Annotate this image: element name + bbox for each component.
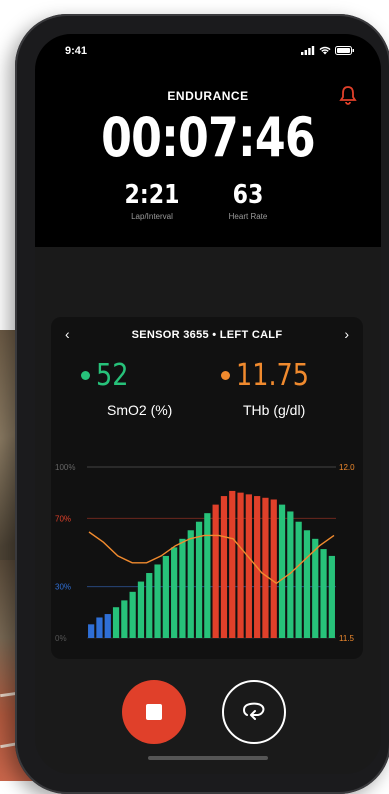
thb-value: 11.75: [236, 358, 310, 393]
smo2-bar: [303, 530, 311, 638]
thb-metric: 11.75: [221, 358, 322, 393]
status-time: 9:41: [65, 45, 88, 57]
smo2-label: SmO2 (%): [107, 402, 173, 418]
smo2-bar: [179, 538, 186, 638]
smo2-bar: [195, 521, 203, 638]
stop-button[interactable]: [122, 680, 186, 744]
smo2-bar: [220, 496, 228, 638]
home-indicator: [148, 756, 268, 760]
lap-interval-label: Lap/Interval: [131, 212, 173, 221]
smo2-bar: [88, 624, 95, 638]
smo2-bar: [154, 564, 161, 638]
right-axis-tick-label: 11.5: [339, 634, 355, 643]
smo2-bar: [229, 490, 236, 638]
heart-rate-label: Heart Rate: [228, 212, 268, 221]
smo2-bar: [104, 614, 111, 638]
sensor-card: ‹ SENSOR 3655 • LEFT CALF › 52 SmO2 (%) …: [51, 317, 363, 659]
phone-frame: 9:41 ENDURANCE 00:07:46 2:21 Lap/Interva…: [15, 14, 389, 794]
lap-button[interactable]: [222, 680, 286, 744]
smo2-bar: [162, 555, 169, 638]
thb-label: THb (g/dl): [243, 402, 306, 418]
lap-icon: [243, 702, 265, 720]
status-bar: 9:41: [35, 34, 381, 70]
battery-icon: [335, 46, 354, 55]
smo2-bar: [171, 547, 178, 638]
thb-dot-icon: [221, 371, 230, 380]
right-axis-tick-label: 12.0: [339, 463, 355, 472]
lap-interval-stat: 2:21 Lap/Interval: [117, 180, 187, 221]
chevron-right-icon[interactable]: ›: [344, 326, 349, 342]
lap-interval-value: 2:21: [124, 180, 180, 210]
smo2-metric: 52: [81, 358, 134, 393]
left-axis-tick-label: 30%: [55, 583, 71, 592]
sensor-title: SENSOR 3655 • LEFT CALF: [131, 329, 283, 341]
smo2-bar: [137, 581, 145, 638]
bell-icon[interactable]: [339, 85, 357, 105]
smo2-bar: [96, 617, 103, 638]
signal-icon: [301, 46, 315, 55]
smo2-bar: [320, 549, 327, 638]
stop-icon: [146, 704, 162, 720]
left-axis-tick-label: 0%: [55, 634, 67, 643]
smo2-bar: [312, 538, 319, 638]
smo2-value: 52: [96, 358, 129, 393]
smo2-thb-chart: 100% 70% 30% 0% 12.0 11.5: [55, 463, 355, 643]
smo2-bar: [278, 504, 286, 638]
smo2-bar: [328, 555, 335, 638]
smo2-dot-icon: [81, 371, 90, 380]
smo2-bar: [295, 521, 302, 638]
smo2-bar: [121, 600, 128, 638]
smo2-bar: [262, 497, 269, 638]
heart-rate-stat: 63 Heart Rate: [210, 180, 286, 221]
smo2-bar: [112, 607, 120, 638]
workout-mode: ENDURANCE: [167, 89, 249, 103]
heart-rate-value: 63: [232, 180, 264, 210]
smo2-bar: [237, 492, 244, 638]
elapsed-timer: 00:07:46: [101, 106, 316, 169]
app-screen: 9:41 ENDURANCE 00:07:46 2:21 Lap/Interva…: [35, 34, 381, 774]
left-axis-tick-label: 70%: [55, 514, 71, 523]
smo2-bar: [129, 591, 136, 638]
smo2-bar: [204, 513, 211, 638]
left-axis-tick-label: 100%: [55, 463, 75, 472]
workout-header: 9:41 ENDURANCE 00:07:46 2:21 Lap/Interva…: [35, 34, 381, 247]
smo2-bar: [187, 530, 194, 638]
smo2-bar: [270, 499, 277, 638]
smo2-bar: [212, 504, 219, 638]
smo2-bar: [245, 494, 252, 638]
wifi-icon: [319, 46, 331, 55]
smo2-bar: [146, 573, 153, 638]
